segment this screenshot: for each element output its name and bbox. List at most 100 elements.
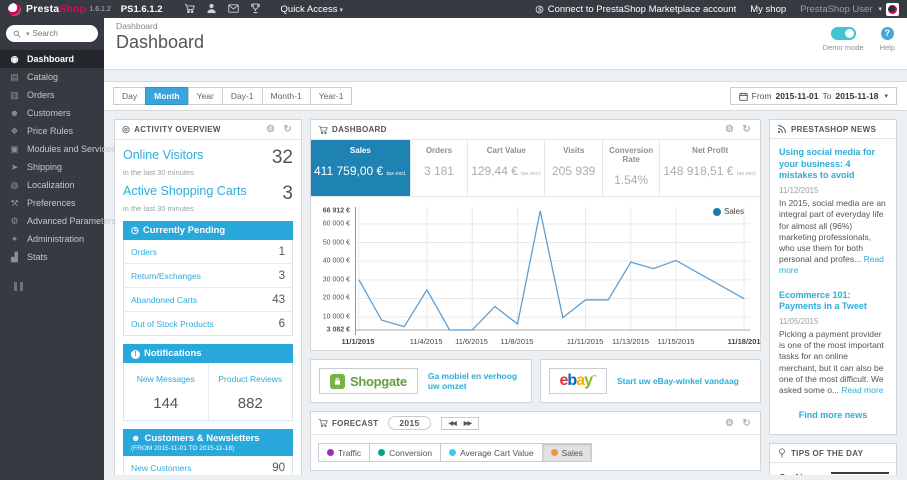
toggle-traffic[interactable]: Traffic xyxy=(318,443,371,462)
ebay-letter: y xyxy=(584,372,593,389)
kpi-value: 411 759,00 € xyxy=(314,164,384,178)
online-visitors-subtitle: in the last 30 minutes xyxy=(123,168,194,177)
customer-icon[interactable] xyxy=(201,3,223,14)
online-visitors-link[interactable]: Online Visitors xyxy=(123,148,203,162)
ebay-promo-link[interactable]: Start uw eBay-winkel vandaag xyxy=(617,376,739,386)
read-more-link[interactable]: Read more xyxy=(841,385,883,395)
sidebar-item-stats[interactable]: ▟ Stats xyxy=(0,248,104,266)
find-more-news-link[interactable]: Find more news xyxy=(779,410,887,420)
sidebar-item-label: Stats xyxy=(27,252,48,262)
sidebar-item-dashboard[interactable]: ◉ Dashboard xyxy=(0,50,104,68)
list-item: New Customers 90 xyxy=(124,456,292,475)
sidebar-item-shipping[interactable]: ➤ Shipping xyxy=(0,158,104,176)
my-shop-link[interactable]: My shop xyxy=(750,4,786,15)
toggle-average-cart-value[interactable]: Average Cart Value xyxy=(440,443,543,462)
orders-icon: ▥ xyxy=(10,89,19,100)
sales-chart: 66 912 € 60 000 € 50 000 € 40 000 € 30 000 €… xyxy=(311,197,761,350)
toggle-sales[interactable]: Sales xyxy=(541,443,592,462)
messages-icon[interactable] xyxy=(223,3,245,14)
news-article-title[interactable]: Using social media for your business: 4 … xyxy=(779,147,887,182)
marketplace-label: Connect to PrestaShop Marketplace accoun… xyxy=(547,3,737,15)
tips-panel-title: TIPS OF THE DAY xyxy=(791,448,864,458)
sidebar-item-price-rules[interactable]: ❖ Price Rules xyxy=(0,122,104,140)
range-button-month[interactable]: Month xyxy=(145,87,189,105)
new-customers-link[interactable]: New Customers xyxy=(131,463,191,473)
sidebar-item-administration[interactable]: ✦ Administration xyxy=(0,230,104,248)
pending-returns-link[interactable]: Return/Exchanges xyxy=(131,271,201,281)
new-messages-link[interactable]: New Messages xyxy=(137,374,195,384)
range-button-year[interactable]: Year xyxy=(187,87,223,105)
kpi-sales[interactable]: Sales 411 759,00 € tax excl. xyxy=(311,140,411,196)
out-of-stock-link[interactable]: Out of Stock Products xyxy=(131,319,214,329)
quick-access-label: Quick Access xyxy=(280,3,338,15)
kpi-orders[interactable]: Orders 3 181 xyxy=(411,140,469,196)
sidebar-item-localization[interactable]: ◍ Localization xyxy=(0,176,104,194)
administration-icon: ✦ xyxy=(10,233,19,244)
range-button-day-1[interactable]: Day-1 xyxy=(221,87,263,105)
refresh-icon[interactable]: ↻ xyxy=(740,124,753,135)
date-to-value: 2015-11-18 xyxy=(835,91,879,101)
date-range-toolbar: Day Month Year Day-1 Month-1 Year-1 From… xyxy=(104,81,907,111)
kpi-suffix: tax excl. xyxy=(386,171,407,177)
sidebar-item-customers[interactable]: ☻ Customers xyxy=(0,104,104,122)
toggle-conversion[interactable]: Conversion xyxy=(369,443,442,462)
range-button-day[interactable]: Day xyxy=(113,87,147,105)
sidebar-item-preferences[interactable]: ⚒ Preferences xyxy=(0,194,104,212)
ebay-logo[interactable]: ebay™ xyxy=(548,368,607,394)
ingenico-logo[interactable]: ingenico Paymentservices xyxy=(831,472,889,475)
kpi-conversion-rate[interactable]: Conversion Rate 1.54% xyxy=(603,140,661,196)
collapse-menu-icon[interactable] xyxy=(14,282,104,291)
breadcrumb[interactable]: Dashboard xyxy=(116,21,895,31)
pending-orders-link[interactable]: Orders xyxy=(131,247,157,257)
cart-icon xyxy=(318,125,328,134)
marketplace-link[interactable]: Connect to PrestaShop Marketplace accoun… xyxy=(535,3,737,15)
brand-name[interactable]: PrestaShop xyxy=(26,3,86,15)
kpi-cart-value[interactable]: Cart Value 129,44 € tax excl. xyxy=(468,140,546,196)
kpi-visits[interactable]: Visits 205 939 xyxy=(545,140,603,196)
chart-y-axis-labels: 66 912 € 60 000 € 50 000 € 40 000 € 30 000 €… xyxy=(317,207,355,335)
gear-icon[interactable]: ⚙ xyxy=(264,124,277,135)
range-button-year-1[interactable]: Year-1 xyxy=(309,87,353,105)
refresh-icon[interactable]: ↻ xyxy=(740,418,753,429)
user-name: PrestaShop User xyxy=(800,3,873,15)
active-carts-link[interactable]: Active Shopping Carts xyxy=(123,184,247,198)
sidebar-item-orders[interactable]: ▥ Orders xyxy=(0,86,104,104)
previous-year-icon[interactable]: ◀◀ xyxy=(449,420,457,427)
news-article-title[interactable]: Ecommerce 101: Payments in a Tweet xyxy=(779,290,887,313)
search-scope-caret-icon[interactable]: ▾ xyxy=(26,30,30,38)
shopgate-logo[interactable]: Shopgate xyxy=(319,368,418,394)
abandoned-carts-link[interactable]: Abandoned Carts xyxy=(131,295,197,305)
product-reviews-link[interactable]: Product Reviews xyxy=(218,374,282,384)
news-article-excerpt: In 2015, social media are an integral pa… xyxy=(779,198,887,277)
search-input[interactable] xyxy=(32,29,91,38)
rss-icon xyxy=(777,124,787,134)
sidebar-item-label: Administration xyxy=(27,234,85,244)
prestashop-logo-icon[interactable] xyxy=(8,2,21,16)
cart-icon[interactable] xyxy=(179,3,201,14)
sidebar-item-advanced-parameters[interactable]: ⚙ Advanced Parameters xyxy=(0,212,116,230)
x-tick-label: 11/13/2015 xyxy=(612,337,649,346)
quick-access-menu[interactable]: Quick Access ▾ xyxy=(281,4,344,15)
new-messages-cell[interactable]: New Messages 144 xyxy=(124,363,209,420)
modules-icon: ▣ xyxy=(10,143,19,154)
user-menu[interactable]: PrestaShop User ▾ xyxy=(800,2,899,16)
range-button-month-1[interactable]: Month-1 xyxy=(261,87,311,105)
sidebar-item-catalog[interactable]: ▤ Catalog xyxy=(0,68,104,86)
demo-mode-toggle[interactable] xyxy=(830,27,856,40)
refresh-icon[interactable]: ↻ xyxy=(281,124,294,135)
x-tick-label: 11/8/2015 xyxy=(500,337,534,346)
shopgate-promo-link[interactable]: Ga mobiel en verhoog uw omzet xyxy=(428,371,523,391)
date-range-picker[interactable]: From 2015-11-01 To 2015-11-18 ▾ xyxy=(729,87,897,105)
toggle-label: Conversion xyxy=(389,447,433,458)
x-tick-label: 11/11/2015 xyxy=(566,337,604,346)
gear-icon[interactable]: ⚙ xyxy=(723,124,736,135)
sidebar-item-modules[interactable]: ▣ Modules and Services xyxy=(0,140,115,158)
trophy-icon[interactable] xyxy=(245,3,267,14)
next-year-icon[interactable]: ▶▶ xyxy=(464,420,472,427)
kpi-net-profit[interactable]: Net Profit 148 918,51 € tax excl. xyxy=(660,140,760,196)
sidebar-search[interactable]: ▾ xyxy=(6,25,98,42)
help-icon[interactable]: ? xyxy=(880,27,894,40)
product-reviews-cell[interactable]: Product Reviews 882 xyxy=(209,363,293,420)
caret-down-icon: ▾ xyxy=(878,6,882,13)
gear-icon[interactable]: ⚙ xyxy=(723,418,736,429)
